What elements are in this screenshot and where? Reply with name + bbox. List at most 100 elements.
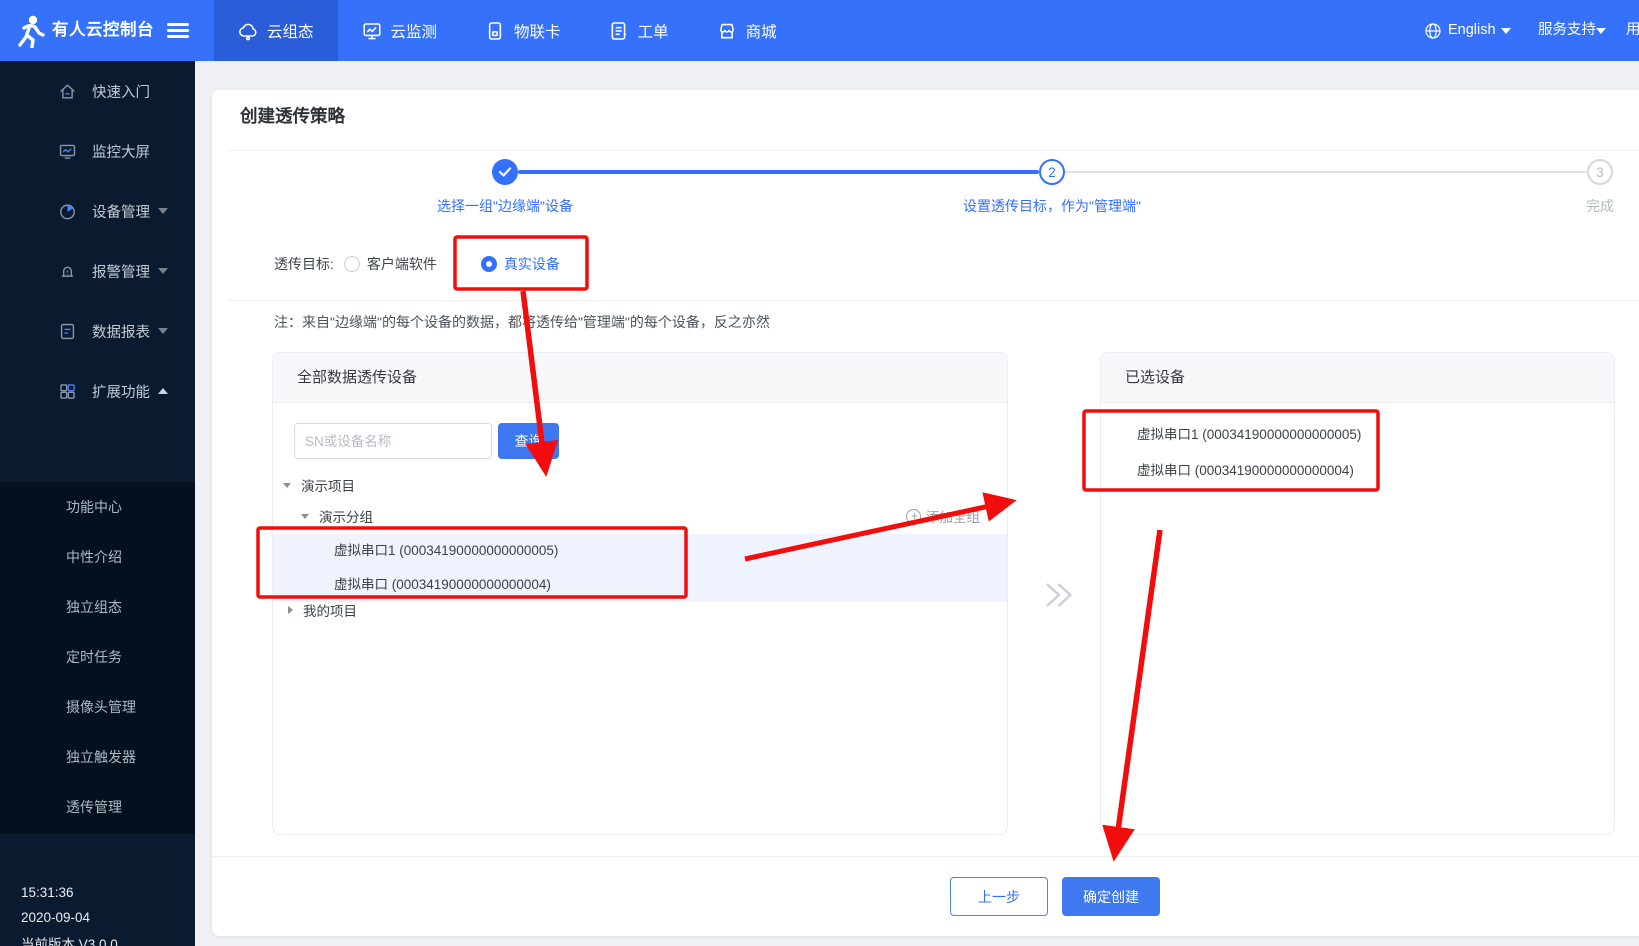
radio-client-software[interactable]: [344, 256, 360, 272]
sidebar-item-extensions[interactable]: 扩展功能: [0, 361, 195, 421]
language-select[interactable]: English: [1448, 0, 1496, 61]
sidebar-item-label: 设备管理: [92, 201, 150, 222]
nav-tab-iot-card[interactable]: 物联卡: [461, 0, 585, 61]
divider: [212, 856, 1639, 857]
sidebar: 快速入门 监控大屏 设备管理 报警管理: [0, 61, 195, 946]
caret-down-icon: [158, 328, 168, 334]
language-caret-icon: [1501, 28, 1511, 34]
nav-tab-label: 物联卡: [514, 20, 561, 42]
home-icon: [58, 82, 77, 101]
nav-tab-cloud-scada[interactable]: 云组态: [214, 0, 338, 61]
clock-time: 15:31:36: [21, 885, 74, 900]
step-connector-done: [518, 170, 1039, 174]
sidebar-subitem-neutral-intro[interactable]: 中性介绍: [0, 532, 195, 582]
sidebar-item-monitor-screen[interactable]: 监控大屏: [0, 121, 195, 181]
sidebar-submenu: 功能中心 中性介绍 独立组态 定时任务 摄像头管理 独立触发器 透传管理: [0, 482, 195, 834]
hamburger-icon[interactable]: [167, 23, 189, 38]
search-button[interactable]: 查询: [498, 423, 559, 459]
note-text: 注：来自"边缘端"的每个设备的数据，都将透传给"管理端"的每个设备，反之亦然: [274, 312, 770, 332]
nav-tab-label: 云组态: [267, 20, 314, 42]
tree-collapsed-icon[interactable]: [288, 606, 293, 614]
sidebar-subitem-standalone-scada[interactable]: 独立组态: [0, 582, 195, 632]
divider: [228, 300, 1639, 301]
step2-circle: 2: [1039, 159, 1065, 185]
sidebar-item-alarm-mgmt[interactable]: 报警管理: [0, 241, 195, 301]
sidebar-item-label: 扩展功能: [92, 381, 150, 402]
radio-label-real-device[interactable]: 真实设备: [504, 254, 560, 274]
nav-tab-label: 云监测: [391, 20, 438, 42]
step3-circle: 3: [1587, 159, 1613, 185]
selected-device-virtual-serial[interactable]: 虚拟串口 (00034190000000000004): [1137, 454, 1354, 488]
report-icon: [58, 322, 77, 341]
page-title: 创建透传策略: [240, 103, 345, 128]
work-order-icon: [609, 21, 629, 41]
target-label: 透传目标:: [274, 254, 334, 274]
tree-node-demo-group[interactable]: 演示分组: [301, 506, 373, 526]
caret-down-icon: [158, 208, 168, 214]
globe-icon: [1424, 22, 1442, 40]
wizard-card: 创建透传策略 2 3 选择一组"边缘端"设备 设置透传目标，作为"管理端" 完成…: [212, 90, 1639, 936]
sidebar-subitem-standalone-trigger[interactable]: 独立触发器: [0, 732, 195, 782]
previous-step-button[interactable]: 上一步: [950, 877, 1048, 916]
alarm-icon: [58, 262, 77, 281]
search-input[interactable]: [294, 423, 492, 459]
sidebar-subitem-function-center[interactable]: 功能中心: [0, 482, 195, 532]
tree-node-label: 演示分组: [319, 506, 373, 526]
check-icon: [498, 166, 512, 178]
selected-devices-panel-title: 已选设备: [1101, 353, 1614, 403]
all-devices-panel-title: 全部数据透传设备: [273, 353, 1007, 403]
selected-device-virtual-serial-1[interactable]: 虚拟串口1 (00034190000000000005): [1137, 418, 1361, 452]
simcard-icon: [485, 21, 505, 41]
sidebar-subitem-camera-mgmt[interactable]: 摄像头管理: [0, 682, 195, 732]
sidebar-subitem-passthrough-mgmt[interactable]: 透传管理: [0, 782, 195, 832]
cloud-icon: [238, 21, 258, 41]
sidebar-item-label: 报警管理: [92, 261, 150, 282]
tree-node-label: 演示项目: [301, 475, 355, 495]
support-menu[interactable]: 服务支持: [1538, 0, 1596, 61]
plus-circle-icon: [906, 509, 921, 524]
add-whole-group-label: 添加全组: [926, 506, 980, 526]
monitor-chart-icon: [362, 21, 382, 41]
tree-expand-icon[interactable]: [283, 483, 291, 488]
device-row-virtual-serial[interactable]: 虚拟串口 (00034190000000000004): [273, 568, 1007, 602]
divider: [228, 150, 1639, 151]
top-nav: 云组态 云监测 物联卡: [214, 0, 801, 61]
logo-text: 有人云控制台: [52, 0, 154, 61]
sidebar-item-quick-start[interactable]: 快速入门: [0, 61, 195, 121]
caret-up-icon: [158, 388, 168, 394]
step-connector-pending: [1065, 171, 1587, 173]
clock-date: 2020-09-04: [21, 910, 90, 925]
version-label: 当前版本 V3.0.0: [21, 933, 118, 946]
device-row-virtual-serial-1[interactable]: 虚拟串口1 (00034190000000000005): [273, 534, 1007, 568]
topbar: 有人云控制台 云组态 云监测: [0, 0, 1639, 61]
device-pie-icon: [58, 202, 77, 221]
tree-node-my-project[interactable]: 我的项目: [288, 600, 357, 620]
caret-down-icon: [158, 268, 168, 274]
sidebar-subitem-scheduled-tasks[interactable]: 定时任务: [0, 632, 195, 682]
sidebar-item-data-report[interactable]: 数据报表: [0, 301, 195, 361]
nav-tab-mall[interactable]: 商城: [693, 0, 801, 61]
double-chevron-right-icon: [1044, 580, 1074, 610]
step1-circle: [492, 159, 518, 185]
step1-label: 选择一组"边缘端"设备: [437, 196, 573, 216]
nav-tab-work-order[interactable]: 工单: [585, 0, 693, 61]
target-radio-group: 透传目标: 客户端软件 真实设备: [274, 254, 560, 274]
confirm-create-button[interactable]: 确定创建: [1062, 877, 1160, 916]
user-menu-partial[interactable]: 用: [1626, 0, 1639, 61]
tree-expand-icon[interactable]: [301, 514, 309, 519]
selected-devices-panel: 已选设备 虚拟串口1 (00034190000000000005) 虚拟串口 (…: [1100, 352, 1615, 835]
radio-real-device[interactable]: [481, 256, 497, 272]
step2-label: 设置透传目标，作为"管理端": [963, 196, 1141, 216]
sidebar-footer: 15:31:36 2020-09-04 当前版本 V3.0.0: [21, 885, 191, 946]
nav-tab-cloud-monitor[interactable]: 云监测: [338, 0, 462, 61]
radio-label-client[interactable]: 客户端软件: [367, 254, 437, 274]
all-devices-panel: 全部数据透传设备 查询 演示项目 演示分组 添加全组 虚拟串口1 (000341…: [272, 352, 1008, 835]
logo-person-icon: [16, 14, 46, 48]
step3-label: 完成: [1586, 196, 1614, 216]
nav-tab-label: 工单: [638, 20, 669, 42]
logo[interactable]: 有人云控制台: [0, 0, 214, 61]
tree-node-label: 我的项目: [303, 600, 357, 620]
tree-node-demo-project[interactable]: 演示项目: [283, 475, 355, 495]
add-whole-group-link[interactable]: 添加全组: [906, 506, 980, 526]
sidebar-item-device-mgmt[interactable]: 设备管理: [0, 181, 195, 241]
